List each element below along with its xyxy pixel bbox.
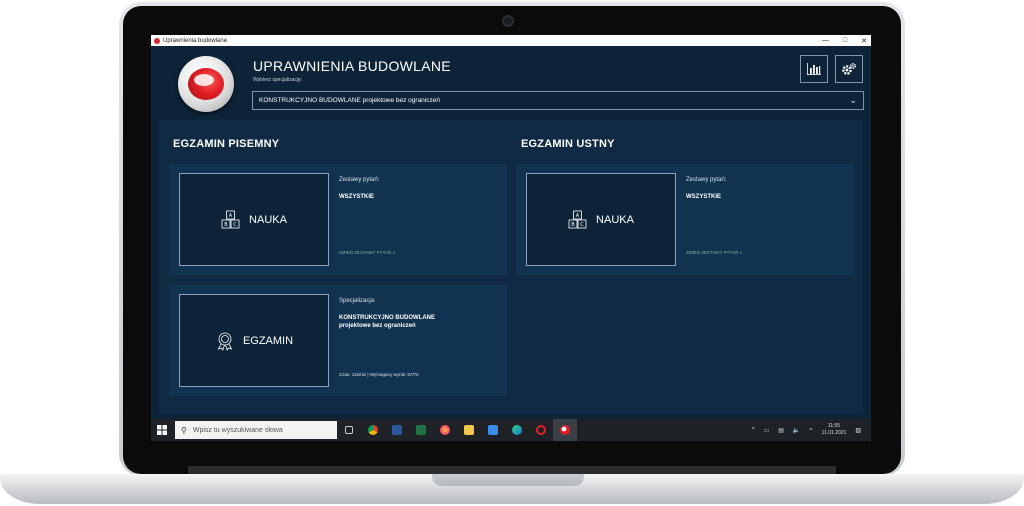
- notifications-icon[interactable]: ▧: [855, 427, 861, 434]
- close-icon[interactable]: ✕: [861, 37, 867, 45]
- oral-study-button[interactable]: A B C NAUKA: [526, 173, 676, 266]
- network-icon[interactable]: ▤: [778, 427, 784, 434]
- taskbar-search[interactable]: ⚲ Wpisz tu wyszukiwane słowa: [175, 421, 337, 439]
- app-window: UPRAWNIENIA BUDOWLANE Wybierz specjaliza…: [151, 46, 871, 419]
- specialization-info-label: Specjalizacja:: [339, 298, 376, 304]
- oral-change-question-sets-link[interactable]: ZMIEŃ ZESTAWY PYTAŃ »: [686, 250, 742, 255]
- oral-question-sets-label: Zestawy pytań:: [686, 177, 727, 183]
- word-icon[interactable]: [385, 419, 409, 441]
- excel-icon[interactable]: [409, 419, 433, 441]
- question-sets-label: Zestawy pytań:: [339, 177, 380, 183]
- screen: Uprawnienia budowlane — □ ✕ UPRAWNIENIA …: [151, 35, 871, 441]
- content-panel: EGZAMIN PISEMNY EGZAMIN USTNY A B C NAUK…: [159, 120, 863, 414]
- maximize-icon[interactable]: □: [843, 37, 847, 44]
- specialization-value: KONSTRUKCYJNO BUDOWLANE projektowe bez o…: [259, 97, 440, 104]
- clock-time: 11:55: [827, 423, 841, 429]
- app-icon: [154, 37, 160, 44]
- task-view-icon[interactable]: [337, 419, 361, 441]
- app-title: UPRAWNIENIA BUDOWLANE: [253, 58, 451, 74]
- written-exam-title: EGZAMIN PISEMNY: [173, 138, 280, 150]
- specialization-select[interactable]: KONSTRUKCYJNO BUDOWLANE projektowe bez o…: [252, 91, 864, 110]
- search-icon: ⚲: [181, 425, 187, 435]
- clock-date: 11.01.2021: [821, 430, 847, 436]
- battery-icon[interactable]: ▭: [764, 427, 770, 434]
- written-exam-card: EGZAMIN Specjalizacja: KONSTRUKCYJNO BUD…: [169, 285, 507, 396]
- written-study-card: A B C NAUKA Zestawy pytań: WSZYSTKIE ZMI…: [169, 164, 507, 275]
- oral-study-card: A B C NAUKA Zestawy pytań: WSZYSTKIE ZMI…: [516, 164, 854, 275]
- edge-icon[interactable]: [505, 419, 529, 441]
- window-title: Uprawnienia budowlane: [163, 37, 228, 44]
- specialization-info-value: KONSTRUKCYJNO BUDOWLANE projektowe bez o…: [339, 314, 499, 330]
- chevron-down-icon: ⌄: [849, 95, 857, 105]
- change-question-sets-link[interactable]: ZMIEŃ ZESTAWY PYTAŃ »: [339, 250, 395, 255]
- written-exam-button[interactable]: EGZAMIN: [179, 294, 329, 387]
- volume-icon[interactable]: 🔈: [793, 427, 800, 434]
- minimize-icon[interactable]: —: [822, 37, 829, 44]
- firefox-icon[interactable]: [433, 419, 457, 441]
- opera-icon[interactable]: [529, 419, 553, 441]
- taskbar-search-placeholder: Wpisz tu wyszukiwane słowa: [192, 426, 283, 434]
- specialization-info-line1: KONSTRUKCYJNO BUDOWLANE: [339, 315, 435, 321]
- statistics-button[interactable]: [800, 55, 828, 83]
- svg-text:A: A: [576, 213, 580, 219]
- system-tray: ^ ▭ ▤ 🔈 ≈ 11:55 11.01.2021 ▧: [752, 419, 871, 441]
- windows-logo-icon: [157, 425, 167, 435]
- photos-icon[interactable]: [481, 419, 505, 441]
- svg-text:B: B: [224, 222, 228, 228]
- laptop-hinge: [188, 466, 836, 474]
- wifi-icon[interactable]: ≈: [809, 427, 812, 433]
- abc-blocks-icon: A B C: [221, 210, 240, 228]
- uprawnienia-app-icon[interactable]: [553, 419, 577, 441]
- spec-label: Wybierz specjalizację:: [253, 77, 303, 83]
- bar-chart-icon: [807, 63, 821, 75]
- written-exam-label: EGZAMIN: [242, 334, 294, 347]
- svg-text:C: C: [233, 222, 237, 228]
- chevron-up-icon[interactable]: ^: [752, 427, 755, 433]
- oral-exam-title: EGZAMIN USTNY: [521, 138, 615, 150]
- clock[interactable]: 11:55 11.01.2021: [822, 423, 847, 437]
- taskbar: ⚲ Wpisz tu wyszukiwane słowa ^ ▭ ▤ 🔈 ≈ 1…: [151, 419, 871, 441]
- award-ribbon-icon: [217, 332, 233, 351]
- written-study-label: NAUKA: [249, 213, 287, 226]
- window-titlebar: Uprawnienia budowlane — □ ✕: [151, 35, 871, 46]
- question-sets-value: WSZYSTKIE: [339, 194, 375, 200]
- chrome-icon[interactable]: [361, 419, 385, 441]
- oral-question-sets-value: WSZYSTKIE: [686, 194, 722, 200]
- logo-swirl-icon: [188, 68, 224, 100]
- file-explorer-icon[interactable]: [457, 419, 481, 441]
- gears-icon: [842, 62, 857, 75]
- specialization-info-line2: projektowe bez ograniczeń: [339, 323, 416, 329]
- abc-blocks-icon: A B C: [568, 210, 587, 228]
- start-button[interactable]: [151, 419, 173, 441]
- app-logo: [178, 56, 234, 112]
- written-study-button[interactable]: A B C NAUKA: [179, 173, 329, 266]
- svg-text:B: B: [571, 222, 575, 228]
- svg-text:A: A: [229, 213, 233, 219]
- laptop-notch: [432, 474, 584, 486]
- window-controls: — □ ✕: [822, 35, 867, 46]
- exam-meta: Czas: 115min | Wymagany wynik: 57/75: [339, 372, 419, 377]
- svg-text:C: C: [580, 222, 584, 228]
- oral-study-label: NAUKA: [596, 213, 634, 226]
- webcam: [502, 15, 514, 27]
- settings-button[interactable]: [835, 55, 863, 83]
